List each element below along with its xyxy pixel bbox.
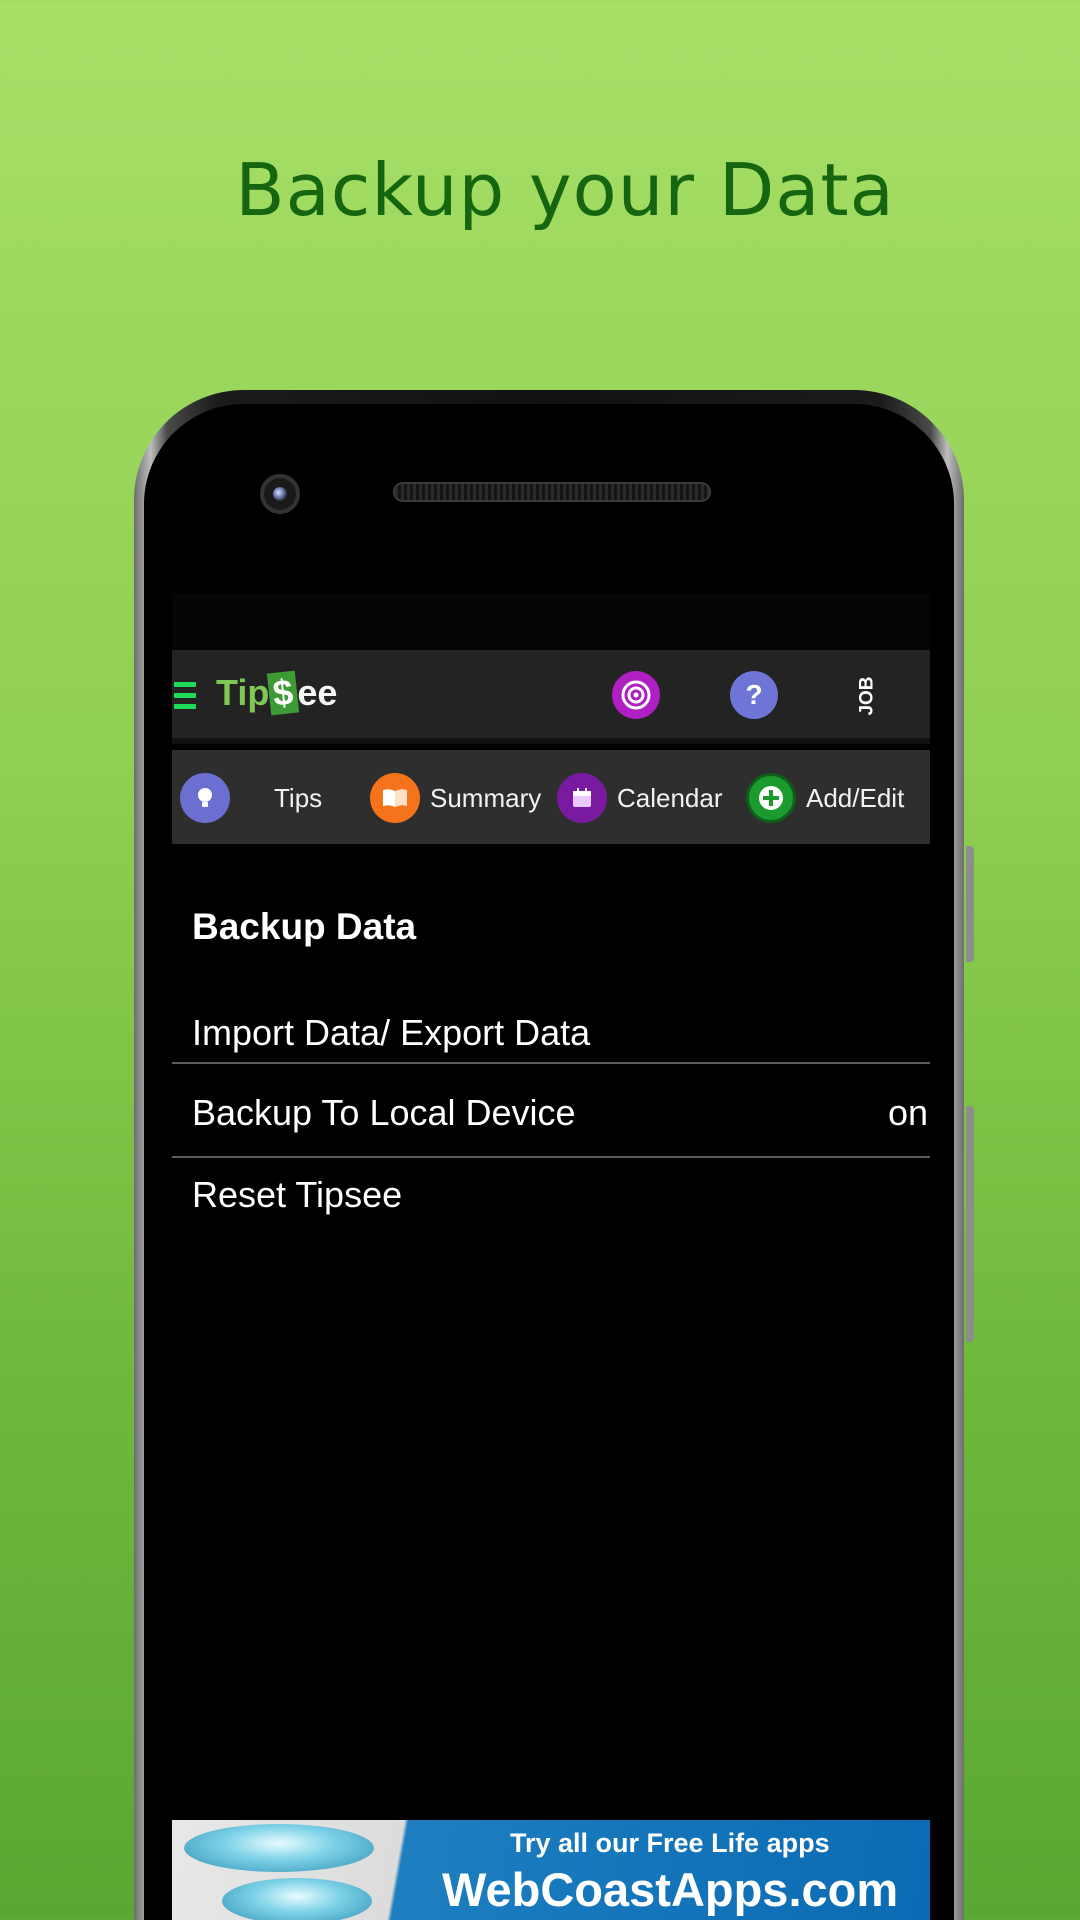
row-label: Backup To Local Device — [192, 1092, 576, 1133]
logo-part-dollar: $ — [267, 670, 300, 716]
page-headline: Backup your Data — [235, 148, 895, 232]
plus-icon — [746, 773, 796, 823]
ad-tagline: Try all our Free Life apps — [510, 1828, 830, 1858]
tab-label: Tips — [274, 782, 323, 813]
row-label: Import Data/ Export Data — [192, 1012, 591, 1053]
tab-summary[interactable]: Summary — [370, 773, 541, 823]
ad-graphic — [222, 1878, 372, 1920]
ad-graphic — [184, 1824, 374, 1872]
job-button[interactable]: JOB — [848, 672, 888, 720]
tab-calendar[interactable]: Calendar — [557, 773, 723, 823]
backup-toggle-value[interactable]: on — [888, 1092, 928, 1134]
tab-bar: Tips Summary Calendar Add/Edit — [172, 750, 930, 844]
tab-add-edit[interactable]: Add/Edit — [746, 773, 904, 823]
logo-part-tip: Tip — [216, 672, 270, 713]
target-goal-icon[interactable] — [612, 671, 660, 719]
row-label: Reset Tipsee — [192, 1174, 403, 1215]
lightbulb-icon — [180, 773, 230, 823]
logo-part-ee: ee — [297, 672, 338, 713]
calendar-icon — [557, 773, 607, 823]
section-title: Backup Data — [192, 906, 417, 947]
volume-button — [966, 846, 974, 962]
power-button — [966, 1106, 974, 1342]
status-bar — [172, 594, 930, 650]
front-camera — [260, 474, 300, 514]
import-export-row[interactable]: Import Data/ Export Data — [172, 1004, 930, 1064]
hamburger-menu-icon[interactable] — [174, 682, 196, 710]
tab-tips[interactable]: Tips — [180, 773, 322, 823]
app-screen: Tip$ee ? JOB Tips Summary Calendar Add/E… — [172, 594, 930, 1920]
tipsee-logo: Tip$ee — [216, 670, 338, 716]
ad-banner[interactable]: Try all our Free Life apps WebCoastApps.… — [172, 1820, 930, 1920]
tab-label: Calendar — [617, 782, 723, 813]
backup-local-row[interactable]: Backup To Local Device on — [172, 1070, 930, 1158]
tab-label: Add/Edit — [806, 782, 905, 813]
earpiece-speaker — [393, 482, 711, 502]
help-icon[interactable]: ? — [730, 671, 778, 719]
app-toolbar: Tip$ee ? JOB — [172, 650, 930, 744]
ad-site-name: WebCoastApps.com — [442, 1863, 899, 1916]
reset-row[interactable]: Reset Tipsee — [172, 1164, 930, 1226]
tab-label: Summary — [430, 782, 542, 813]
job-label: JOB — [856, 676, 878, 716]
book-icon — [370, 773, 420, 823]
